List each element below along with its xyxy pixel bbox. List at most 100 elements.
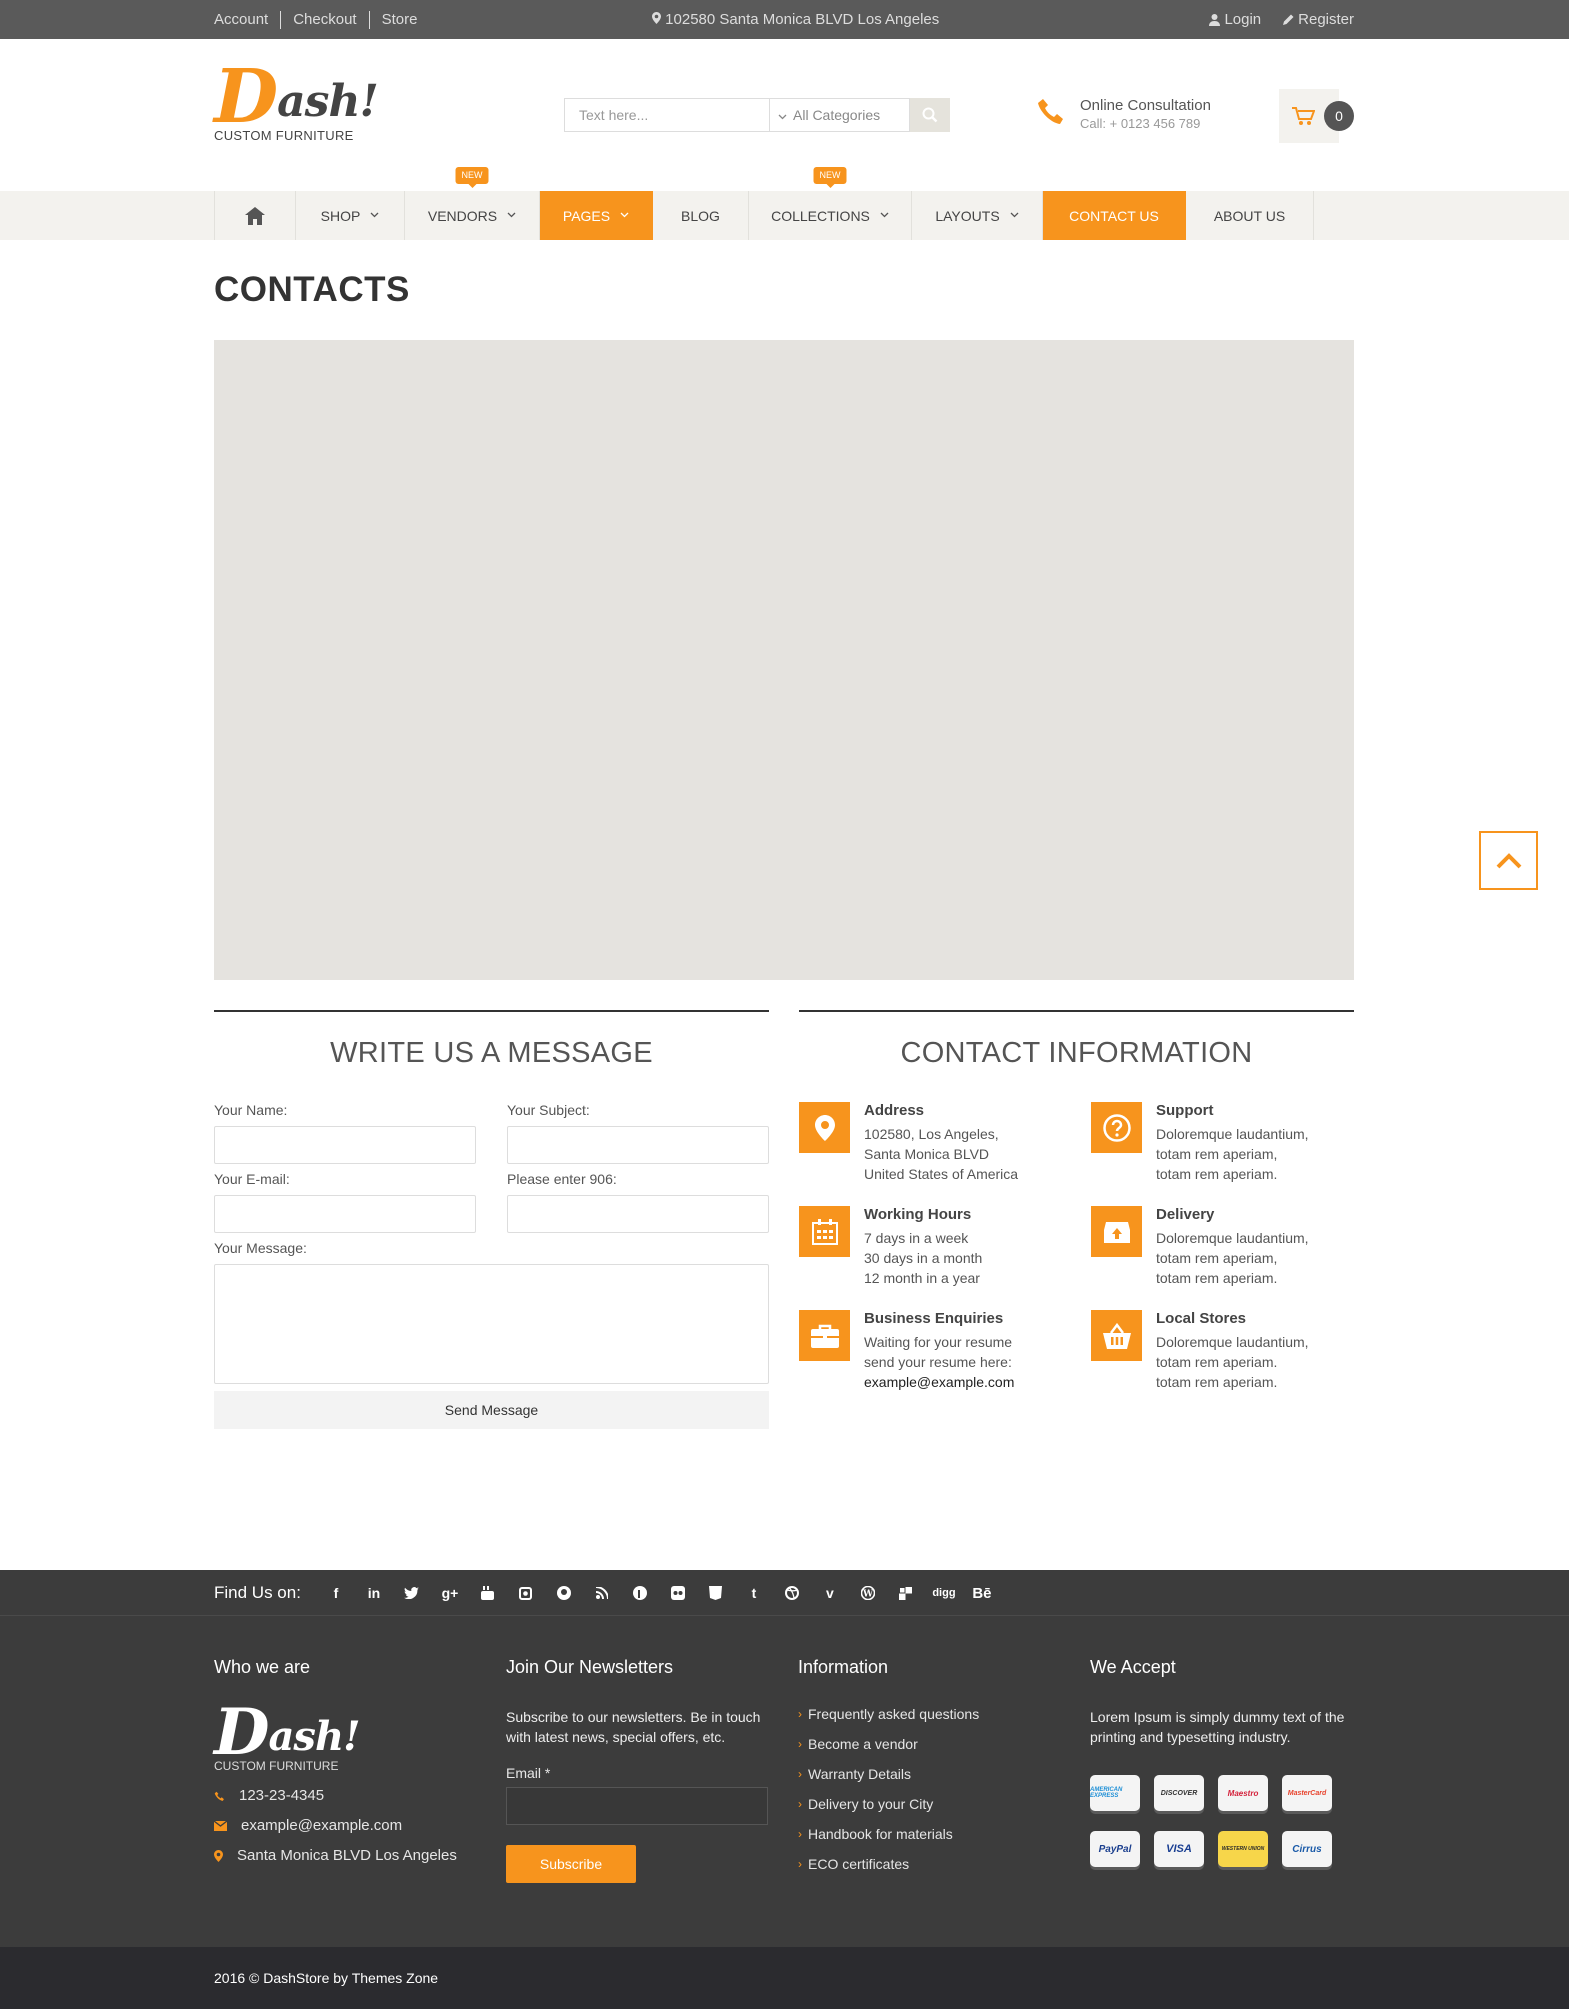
nav-contact-us[interactable]: CONTACT US <box>1043 191 1186 240</box>
online-consultation: Online Consultation Call: + 0123 456 789 <box>1036 97 1211 133</box>
captcha-input[interactable] <box>507 1195 769 1233</box>
google-plus-icon[interactable]: g+ <box>439 1582 461 1604</box>
site-logo[interactable]: Dash! CUSTOM FURNITURE <box>214 60 379 143</box>
register-link[interactable]: Register <box>1283 11 1354 28</box>
nav-vendors[interactable]: NEW VENDORS <box>405 167 540 240</box>
github-icon[interactable] <box>553 1582 575 1604</box>
digg-icon[interactable]: digg <box>932 1582 955 1604</box>
info-business-enquiries: Business Enquiries Waiting for your resu… <box>799 1310 1091 1392</box>
message-textarea[interactable] <box>214 1264 769 1384</box>
chevron-right-icon: › <box>798 1857 802 1871</box>
top-address-text: 102580 Santa Monica BLVD Los Angeles <box>665 11 940 28</box>
chevron-right-icon: › <box>798 1767 802 1781</box>
map-marker-icon <box>214 1850 223 1862</box>
name-label: Your Name: <box>214 1102 288 1118</box>
category-select[interactable]: All Categories <box>770 98 910 132</box>
pinterest-icon[interactable] <box>629 1582 651 1604</box>
logo-rest: ash! <box>277 76 379 127</box>
social-bar: Find Us on: f in g+ t v W digg Bē <box>0 1570 1569 1616</box>
vimeo-icon[interactable]: v <box>819 1582 841 1604</box>
send-message-button[interactable]: Send Message <box>214 1391 769 1429</box>
phone-icon <box>1038 99 1063 124</box>
footer-info-title: Information <box>798 1657 889 1677</box>
envelope-icon <box>214 1821 227 1831</box>
store-link[interactable]: Store <box>368 10 430 29</box>
facebook-icon[interactable]: f <box>325 1582 347 1604</box>
consult-title: Online Consultation <box>1080 97 1211 114</box>
footer-link-eco[interactable]: › ECO certificates <box>798 1849 1090 1879</box>
header: Dash! CUSTOM FURNITURE Text here... All … <box>0 39 1569 191</box>
consult-phone: Call: + 0123 456 789 <box>1080 116 1201 131</box>
chevron-down-icon <box>1010 210 1019 221</box>
footer-information: Information › Frequently asked questions … <box>798 1657 1090 1883</box>
footer-who-we-are: Who we are Dash! CUSTOM FURNITURE 123-23… <box>214 1657 506 1883</box>
nav-home[interactable] <box>214 191 296 240</box>
nav-shop[interactable]: SHOP <box>296 191 405 240</box>
footer-phone: 123-23-4345 <box>214 1781 506 1811</box>
home-icon <box>245 206 265 225</box>
subject-input[interactable] <box>507 1126 769 1164</box>
main-nav: SHOP NEW VENDORS PAGES BLOG NEW COLLECTI… <box>0 167 1569 240</box>
newsletter-email-input[interactable] <box>506 1787 768 1825</box>
back-to-top-button[interactable] <box>1479 831 1538 890</box>
business-email-link[interactable]: example@example.com <box>864 1372 1014 1392</box>
email-input[interactable] <box>214 1195 476 1233</box>
footer-link-delivery[interactable]: › Delivery to your City <box>798 1789 1090 1819</box>
instagram-icon[interactable] <box>515 1582 537 1604</box>
nav-layouts[interactable]: LAYOUTS <box>912 191 1043 240</box>
user-icon <box>1209 13 1221 26</box>
top-links: Account Checkout Store <box>214 10 430 29</box>
pencil-icon <box>1283 14 1294 25</box>
maestro-card-icon: Maestro <box>1218 1775 1268 1811</box>
flickr-icon[interactable] <box>667 1582 689 1604</box>
delicious-icon[interactable] <box>895 1582 917 1604</box>
captcha-label: Please enter 906: <box>507 1171 617 1187</box>
rss-icon[interactable] <box>591 1582 613 1604</box>
footer-link-faq[interactable]: › Frequently asked questions <box>798 1699 1090 1729</box>
stack-icon[interactable] <box>705 1582 727 1604</box>
question-icon <box>1091 1102 1142 1153</box>
linkedin-icon[interactable]: in <box>363 1582 385 1604</box>
briefcase-icon <box>799 1310 850 1361</box>
visa-card-icon: VISA <box>1154 1831 1204 1867</box>
logo-tagline: CUSTOM FURNITURE <box>214 128 354 143</box>
login-label: Login <box>1224 11 1262 28</box>
footer-who-title: Who we are <box>214 1657 311 1677</box>
email-label: Your E-mail: <box>214 1171 290 1187</box>
social-label: Find Us on: <box>214 1583 301 1602</box>
footer-link-handbook[interactable]: › Handbook for materials <box>798 1819 1090 1849</box>
nav-about-us[interactable]: ABOUT US <box>1186 191 1314 240</box>
dribbble-icon[interactable] <box>781 1582 803 1604</box>
account-link[interactable]: Account <box>214 11 280 29</box>
chevron-right-icon: › <box>798 1827 802 1841</box>
search-button[interactable] <box>910 98 950 132</box>
checkout-link[interactable]: Checkout <box>280 10 368 29</box>
tumblr-icon[interactable]: t <box>743 1582 765 1604</box>
info-support: Support Doloremque laudantium, totam rem… <box>1091 1102 1354 1184</box>
name-input[interactable] <box>214 1126 476 1164</box>
main-content: CONTACTS WRITE US A MESSAGE Your Name: Y… <box>214 270 1354 1429</box>
behance-icon[interactable]: Bē <box>971 1582 993 1604</box>
chevron-down-icon <box>507 210 516 221</box>
map-area[interactable] <box>214 340 1354 980</box>
chevron-up-icon <box>1496 852 1521 868</box>
footer-link-warranty[interactable]: › Warranty Details <box>798 1759 1090 1789</box>
youtube-icon[interactable] <box>477 1582 499 1604</box>
wordpress-icon[interactable]: W <box>857 1582 879 1604</box>
nav-blog[interactable]: BLOG <box>653 191 749 240</box>
twitter-icon[interactable] <box>401 1582 423 1604</box>
contact-info-section: CONTACT INFORMATION Address 102580, Los … <box>799 1010 1354 1429</box>
subscribe-button[interactable]: Subscribe <box>506 1845 636 1883</box>
footer-email: example@example.com <box>214 1811 506 1841</box>
search-input[interactable]: Text here... <box>564 98 770 132</box>
login-link[interactable]: Login <box>1209 11 1261 28</box>
copyright-bar: 2016 © DashStore by Themes Zone <box>0 1947 1569 2009</box>
footer-we-accept: We Accept Lorem Ipsum is simply dummy te… <box>1090 1657 1353 1883</box>
map-marker-icon <box>799 1102 850 1153</box>
footer-logo[interactable]: Dash! <box>214 1701 506 1765</box>
info-address: Address 102580, Los Angeles, Santa Monic… <box>799 1102 1091 1184</box>
nav-collections[interactable]: NEW COLLECTIONS <box>749 167 912 240</box>
nav-pages[interactable]: PAGES <box>540 191 653 240</box>
contact-form: Your Name: Your Subject: Your E-mail: Pl… <box>214 1102 769 1429</box>
footer-link-vendor[interactable]: › Become a vendor <box>798 1729 1090 1759</box>
